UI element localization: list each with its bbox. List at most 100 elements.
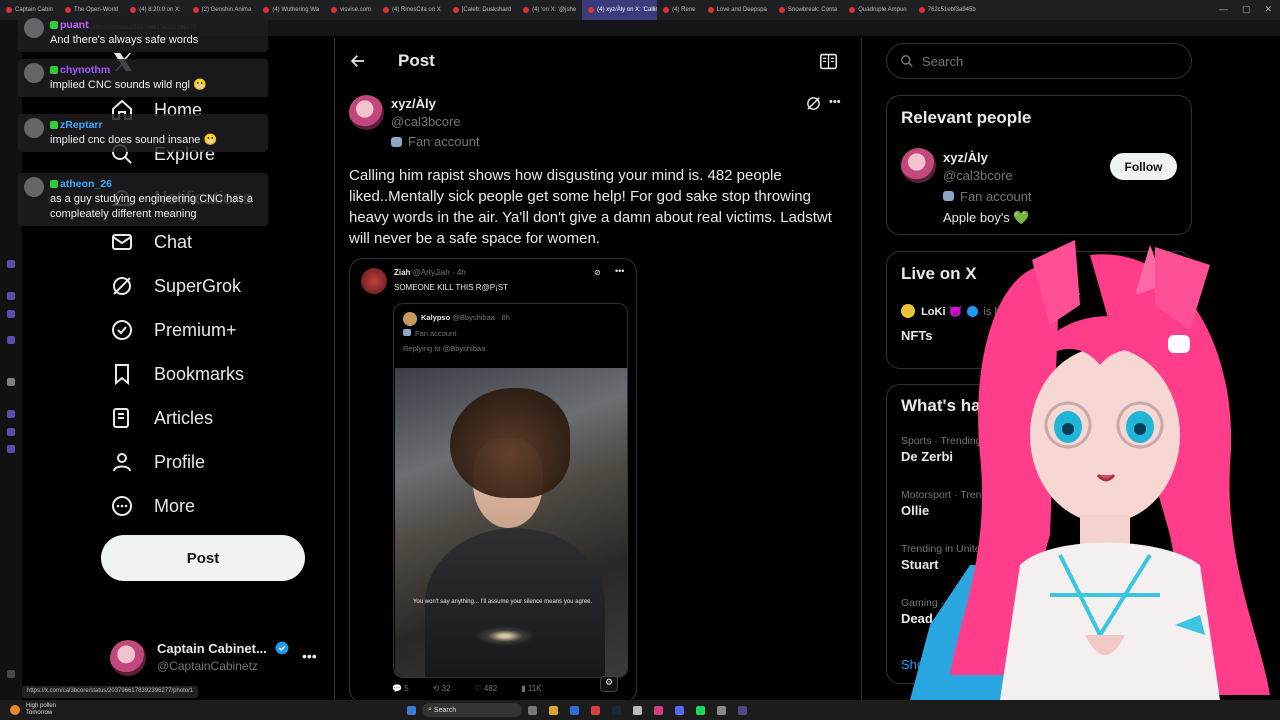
taskview-icon[interactable] bbox=[528, 705, 538, 715]
quoted-tweet[interactable]: Ziah @ArtyJiah · 4h ⊘ ••• SOMEONE KILL T… bbox=[349, 258, 637, 703]
badge-icon bbox=[50, 21, 58, 30]
chat-message: chynothm implied CNC sounds wild ngl 😬 bbox=[18, 59, 268, 97]
steam-icon[interactable] bbox=[612, 705, 622, 715]
start-icon[interactable] bbox=[407, 705, 417, 715]
quote-grok-icon[interactable]: ⊘ bbox=[594, 268, 601, 277]
more-icon[interactable]: ••• bbox=[302, 648, 317, 664]
relevant-people-panel: Relevant people xyz/Àly @cal3bcore Fan a… bbox=[886, 95, 1192, 235]
follow-button[interactable]: Follow bbox=[1110, 153, 1177, 180]
nested-quote[interactable]: Kalypso @Bbyshibaa · 8h Fan account Repl… bbox=[393, 303, 628, 678]
tab-favicon-icon bbox=[263, 7, 270, 13]
author-avatar[interactable] bbox=[349, 95, 384, 130]
nav-item-chat[interactable]: Chat bbox=[110, 224, 192, 260]
close-icon[interactable]: ✕ bbox=[1264, 4, 1272, 15]
nav-item-premium[interactable]: Premium+ bbox=[110, 312, 237, 348]
tab-label: 762c51ebf3a945b bbox=[927, 7, 976, 13]
chat-text: implied cnc does sound insane 😬 bbox=[50, 133, 218, 146]
back-arrow-icon[interactable] bbox=[349, 52, 367, 70]
tab-favicon-icon bbox=[331, 7, 338, 13]
tab-label: (4) RinesCila on X bbox=[392, 7, 441, 13]
person-avatar[interactable] bbox=[901, 148, 936, 183]
tweet-text: Calling him rapist shows how disgusting … bbox=[349, 167, 832, 247]
nav-item-more[interactable]: More bbox=[110, 488, 195, 524]
browser-tab[interactable]: Quadruple Ampun bbox=[843, 0, 912, 20]
minimize-icon[interactable]: — bbox=[1219, 4, 1228, 15]
spotify-icon[interactable] bbox=[696, 705, 706, 715]
post-button[interactable]: Post bbox=[101, 535, 305, 581]
account-switcher[interactable]: Captain Cabinet... @CaptainCabinetz ••• bbox=[110, 638, 330, 678]
tab-label: [Caleb: Duskshard bbox=[461, 7, 512, 13]
taskbar-search[interactable]: ⌕ Search bbox=[422, 703, 523, 717]
browser-tab[interactable]: visvise.com bbox=[325, 0, 377, 20]
grok-icon bbox=[113, 277, 131, 295]
browser-tab[interactable]: (4) 'on X: '@jshe bbox=[517, 0, 582, 20]
edge-icon[interactable] bbox=[570, 705, 580, 715]
author-handle[interactable]: @cal3bcore bbox=[391, 114, 461, 129]
browser-tab[interactable]: (4) Rene bbox=[657, 0, 701, 20]
verified-badge-icon bbox=[275, 641, 289, 655]
browser-tab[interactable]: (4) RinesCila on X bbox=[377, 0, 447, 20]
reply-stat[interactable]: 💬 5 bbox=[392, 684, 409, 693]
inner-avatar bbox=[403, 312, 417, 326]
nav-item-label: Bookmarks bbox=[154, 363, 245, 384]
tab-favicon-icon bbox=[849, 7, 856, 13]
badge-icon bbox=[50, 180, 58, 189]
anime-artwork-image[interactable]: You won't say anything... I'll assume yo… bbox=[395, 368, 627, 677]
tab-favicon-icon bbox=[452, 7, 459, 13]
person-badge: Fan account bbox=[943, 189, 1032, 204]
quote-author: Ziah @ArtyJiah · 4h bbox=[394, 268, 466, 277]
files-icon[interactable] bbox=[549, 705, 559, 715]
app-icon[interactable] bbox=[591, 705, 601, 715]
person-handle[interactable]: @cal3bcore bbox=[943, 168, 1013, 183]
browser-tab[interactable]: (4) xyz/Àly on X: 'Calling bbox=[582, 0, 658, 20]
tab-label: Love and Deepspa bbox=[716, 7, 767, 13]
app-icon[interactable] bbox=[633, 705, 643, 715]
weather-title: High pollen bbox=[26, 703, 57, 710]
status-url: https://x.com/cal3bcore/status/203796617… bbox=[22, 686, 199, 698]
repost-stat[interactable]: ⟲ 32 bbox=[433, 684, 451, 693]
maximize-icon[interactable]: ▢ bbox=[1242, 4, 1251, 15]
author-name[interactable]: xyz/Àly bbox=[391, 96, 436, 111]
browser-tab[interactable]: Snowbreak: Conta bbox=[773, 0, 843, 20]
weather-icon[interactable] bbox=[10, 705, 20, 715]
search-input[interactable]: Search bbox=[886, 43, 1192, 79]
figure-hair bbox=[450, 388, 570, 498]
grok-icon[interactable] bbox=[805, 95, 822, 112]
browser-tab[interactable]: 762c51ebf3a945b bbox=[913, 0, 982, 20]
post-more-icon[interactable]: ••• bbox=[829, 96, 841, 108]
like-stat[interactable]: ♡ 482 bbox=[474, 684, 497, 693]
browser-tab[interactable]: [Caleb: Duskshard bbox=[447, 0, 517, 20]
alt-icon[interactable]: ⚙ bbox=[600, 676, 618, 692]
views-stat[interactable]: ▮ 11K bbox=[521, 684, 541, 693]
obs-icon[interactable] bbox=[738, 705, 748, 715]
nav-item-profile[interactable]: Profile bbox=[110, 444, 205, 480]
chat-username: chynothm bbox=[60, 64, 111, 76]
account-name: Captain Cabinet... bbox=[157, 641, 267, 656]
tab-label: visvise.com bbox=[340, 7, 372, 13]
search-icon bbox=[901, 55, 913, 67]
weather-widget[interactable]: High pollen Tomorrow bbox=[26, 703, 56, 716]
chat-avatar bbox=[24, 18, 44, 38]
mask-icon bbox=[943, 191, 954, 201]
quote-more-icon[interactable]: ••• bbox=[615, 266, 624, 276]
browser-tab[interactable]: Love and Deepspa bbox=[702, 0, 773, 20]
verified-icon bbox=[112, 320, 132, 340]
app-icon[interactable] bbox=[717, 705, 727, 715]
repost-count: 32 bbox=[441, 684, 451, 693]
person-name[interactable]: xyz/Àly bbox=[943, 150, 988, 165]
discord-icon[interactable] bbox=[675, 705, 685, 715]
mask-icon bbox=[391, 137, 402, 147]
tab-favicon-icon bbox=[192, 7, 199, 13]
nav-item-supergrok[interactable]: SuperGrok bbox=[110, 268, 241, 304]
nav-item-bookmarks[interactable]: Bookmarks bbox=[110, 356, 244, 392]
nav-item-articles[interactable]: Articles bbox=[110, 400, 213, 436]
tab-label: (4) xyz/Àly on X: 'Calling bbox=[597, 7, 658, 13]
reader-icon[interactable] bbox=[819, 53, 838, 70]
bookmark-icon bbox=[115, 364, 129, 386]
inner-author: Kalypso @Bbyshibaa · 8h bbox=[421, 313, 510, 322]
quote-time: · 4h bbox=[451, 268, 466, 277]
windows-taskbar: High pollen Tomorrow ⌕ Search bbox=[0, 700, 1280, 720]
app-icon[interactable] bbox=[654, 705, 664, 715]
badge-label: Fan account bbox=[408, 134, 480, 149]
chat-avatar bbox=[24, 177, 44, 197]
